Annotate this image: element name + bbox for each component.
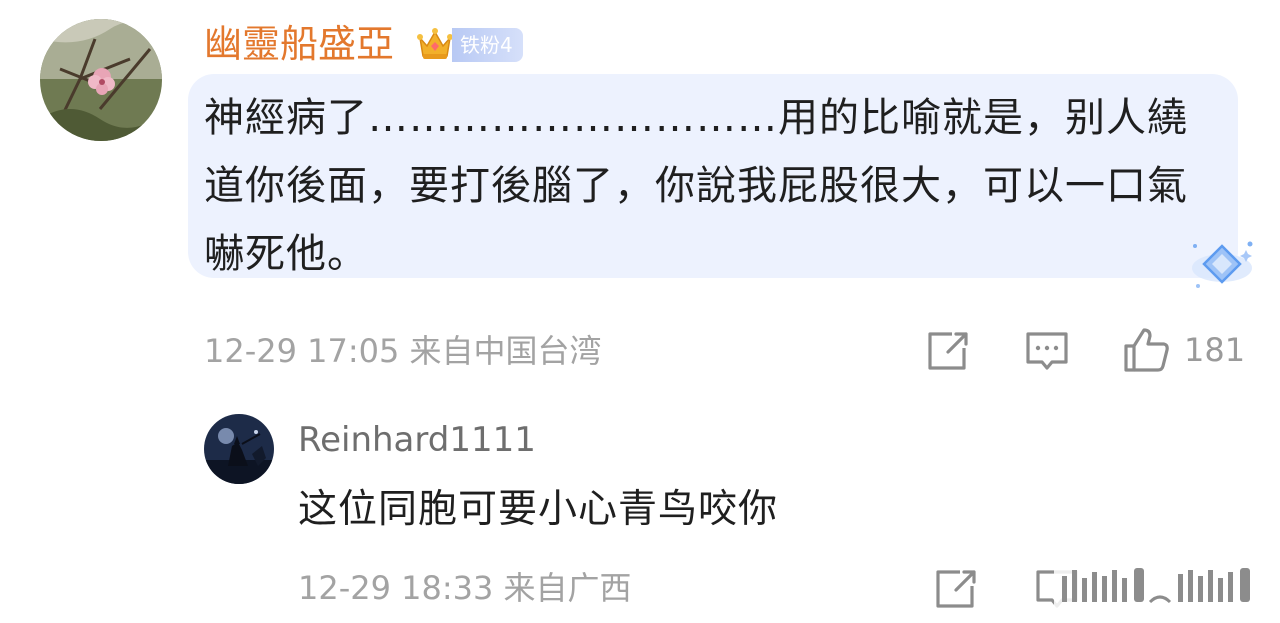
share-icon[interactable] [926, 330, 970, 372]
like-count: 181 [1184, 331, 1246, 369]
watermark-logo [1054, 562, 1264, 610]
reply-date: 12-29 18:33 [298, 569, 494, 607]
reply-location: 来自广西 [503, 569, 632, 607]
comment-location: 来自中国台湾 [409, 332, 602, 370]
share-icon[interactable] [934, 568, 978, 610]
diamond-icon [1186, 234, 1258, 292]
thumbs-up-icon[interactable] [1122, 326, 1170, 374]
comment-date: 12-29 17:05 [204, 332, 400, 370]
reply-meta: 12-29 18:33 来自广西 [298, 566, 632, 610]
fan-badge: 铁粉4 [452, 28, 523, 62]
reply-avatar[interactable] [204, 414, 274, 484]
reply-username[interactable]: Reinhard1111 [298, 418, 536, 462]
comment-text: 神經病了…………………………用的比喻就是，别人繞道你後面，要打後腦了，你說我屁股… [204, 95, 1188, 277]
user-avatar[interactable] [40, 19, 162, 141]
comment-meta: 12-29 17:05 来自中国台湾 [204, 329, 602, 373]
comment-icon[interactable] [1024, 330, 1070, 374]
crown-icon [416, 24, 454, 64]
username[interactable]: 幽靈船盛亞 [204, 18, 394, 70]
reply-text: 这位同胞可要小心青鸟咬你 [298, 487, 779, 532]
